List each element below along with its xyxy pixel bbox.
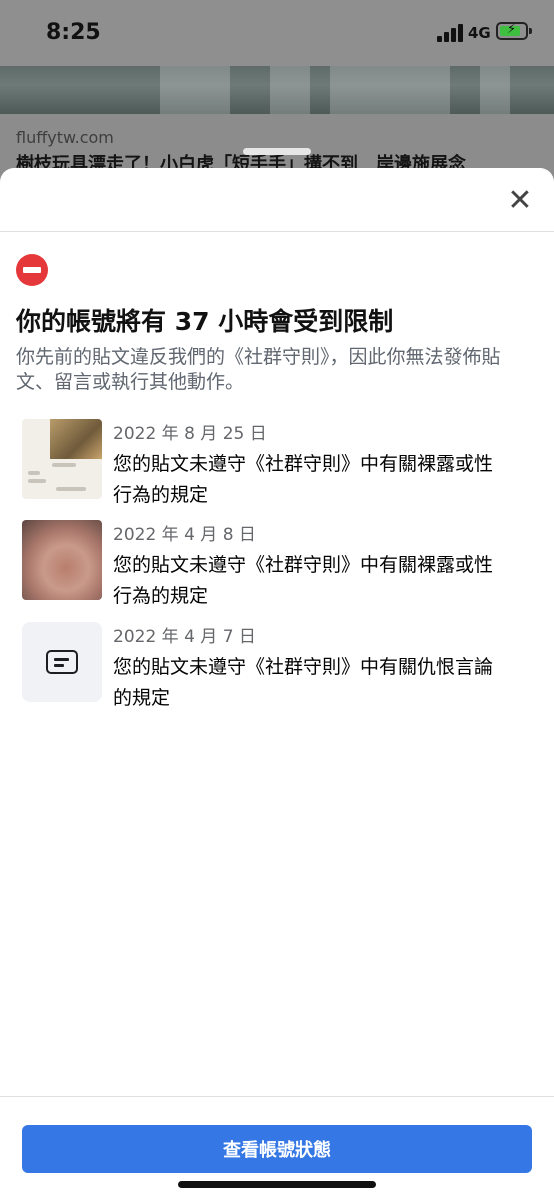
violation-date: 2022 年 4 月 8 日 (113, 525, 256, 545)
message-icon (46, 650, 78, 674)
stop-icon (16, 254, 48, 286)
sheet-grabber[interactable] (243, 148, 311, 155)
violation-item[interactable]: 2022 年 4 月 8 日 您的貼文未遵守《社群守則》中有關裸露或性行為的規定 (22, 520, 532, 607)
restriction-title: 你的帳號將有 37 小時會受到限制 (16, 307, 394, 336)
violation-description: 您的貼文未遵守《社群守則》中有關仇恨言論的規定 (113, 656, 494, 709)
violation-thumbnail (22, 622, 102, 702)
violation-date: 2022 年 4 月 7 日 (113, 627, 256, 647)
signal-icon (437, 24, 463, 42)
violation-description: 您的貼文未遵守《社群守則》中有關裸露或性行為的規定 (113, 453, 494, 506)
network-type: 4G (468, 24, 491, 42)
screen: 8:25 4G ⚡ fluffytw.com 樹枝玩具漂走了！小白虎「短手手」搆… (0, 0, 554, 1200)
footer-divider (0, 1096, 554, 1097)
background-post-domain: fluffytw.com (16, 128, 114, 147)
view-account-status-button[interactable]: 查看帳號狀態 (22, 1125, 532, 1173)
restriction-sheet: ✕ 你的帳號將有 37 小時會受到限制 你先前的貼文違反我們的《社群守則》，因此… (0, 168, 554, 1200)
background-post-image (0, 66, 554, 114)
home-indicator (178, 1181, 376, 1188)
violation-date: 2022 年 8 月 25 日 (113, 424, 267, 444)
violation-thumbnail (22, 419, 102, 499)
battery-tip (529, 28, 532, 34)
violation-description: 您的貼文未遵守《社群守則》中有關裸露或性行為的規定 (113, 554, 494, 607)
battery-icon: ⚡ (496, 22, 528, 40)
violation-item[interactable]: 2022 年 4 月 7 日 您的貼文未遵守《社群守則》中有關仇恨言論的規定 (22, 622, 532, 709)
violation-item[interactable]: 2022 年 8 月 25 日 您的貼文未遵守《社群守則》中有關裸露或性行為的規… (22, 419, 532, 506)
status-time: 8:25 (46, 20, 101, 45)
close-icon[interactable]: ✕ (504, 183, 536, 218)
violation-thumbnail (22, 520, 102, 600)
status-bar: 8:25 4G ⚡ (0, 0, 554, 66)
header-divider (0, 231, 554, 232)
restriction-subtitle: 你先前的貼文違反我們的《社群守則》，因此你無法發佈貼文、留言或執行其他動作。 (16, 346, 501, 393)
